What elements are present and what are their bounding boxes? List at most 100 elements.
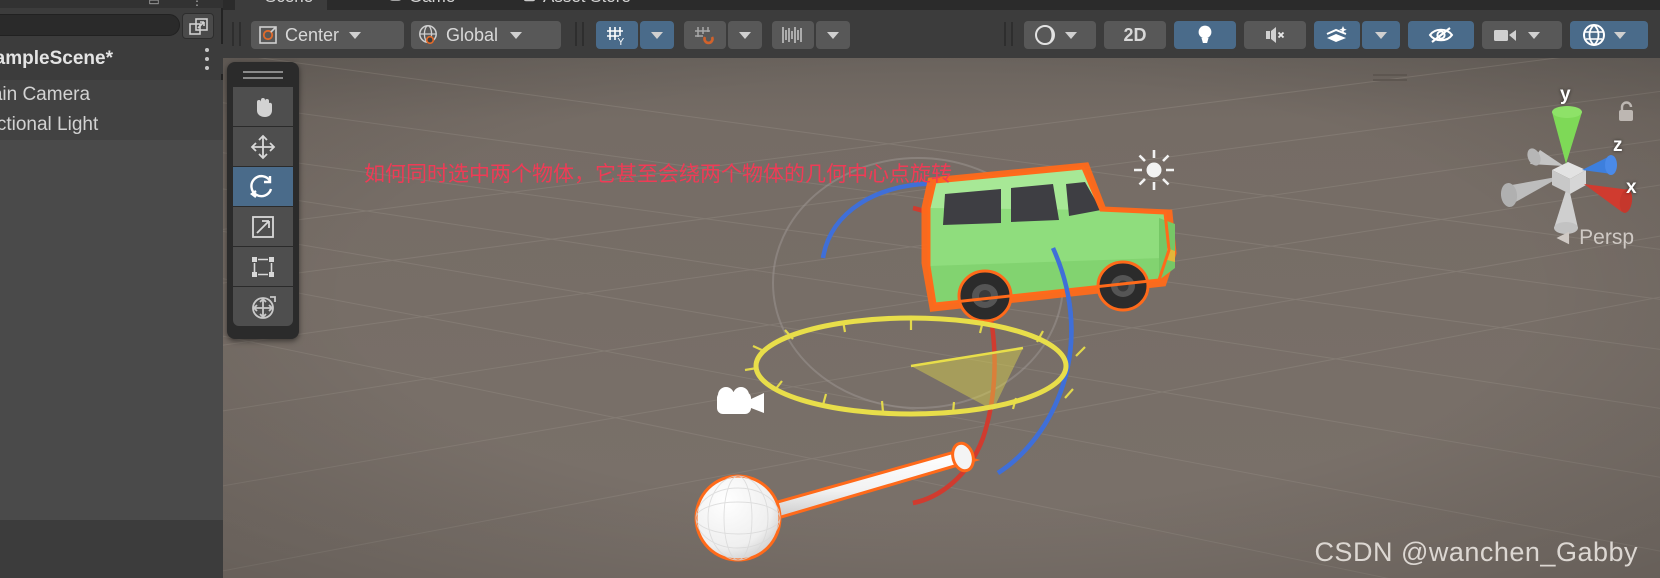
scale-icon	[252, 215, 274, 238]
hierarchy-empty-area[interactable]	[0, 140, 223, 520]
toggle-2d-label: 2D	[1123, 25, 1147, 45]
capsule-end-cap	[951, 441, 975, 473]
pivot-center-icon	[259, 26, 277, 44]
pivot-mode-label: Center	[285, 25, 340, 45]
scene-object-capsule	[694, 441, 981, 562]
grid-visibility-dropdown[interactable]	[640, 21, 674, 49]
rect-transform-icon	[252, 256, 274, 277]
hierarchy-item-main-camera[interactable]: Main Camera	[0, 80, 223, 110]
unity-editor-window: ▭ ⋮ SampleScene* Main Camera Directional…	[0, 0, 1660, 578]
gizmo-axis-y	[1552, 112, 1582, 164]
tab-label: Scene	[265, 0, 313, 6]
chevron-down-icon	[1614, 31, 1626, 39]
scene-objects	[694, 150, 1177, 562]
toolbar-divider	[232, 22, 234, 46]
move-arrows-icon	[250, 134, 276, 159]
lock-open-icon[interactable]	[1616, 100, 1636, 124]
snap-increment-dropdown[interactable]	[816, 21, 850, 49]
car-window-rear	[943, 189, 1001, 225]
chevron-down-icon	[349, 31, 362, 39]
tab-label: Asset Store	[543, 0, 631, 6]
hierarchy-item-directional-light[interactable]: Directional Light	[0, 110, 223, 140]
chevron-down-icon	[739, 31, 751, 39]
transform-icon	[252, 295, 276, 319]
grid-visibility-button[interactable]: Y	[596, 21, 638, 49]
scene-toolbar: Center Global Y 2D	[223, 10, 1660, 58]
toolbar-divider	[1004, 22, 1006, 46]
chevron-down-icon	[1375, 31, 1387, 39]
tab-scene[interactable]: Scene	[235, 0, 328, 10]
scene-icon	[244, 0, 259, 4]
projection-mode-label: Persp	[1579, 226, 1634, 249]
effects-dropdown[interactable]	[1362, 21, 1400, 49]
scene-object-car	[921, 162, 1177, 323]
tool-transform[interactable]	[233, 287, 293, 326]
tab-label: Game	[409, 0, 455, 6]
handle-space-button[interactable]: Global	[411, 21, 561, 49]
eye-slash-icon	[1428, 27, 1454, 43]
tool-scale[interactable]	[233, 207, 293, 246]
tab-asset-store[interactable]: Asset Store	[513, 0, 645, 10]
snap-ruler-icon	[782, 27, 802, 43]
scene-audio-button[interactable]	[1244, 21, 1306, 49]
svg-text:Y: Y	[618, 37, 625, 47]
gizmo-axis-label-y[interactable]: y	[1560, 84, 1571, 106]
hidden-objects-button[interactable]	[1408, 21, 1474, 49]
gizmo-axis-label-x[interactable]: x	[1626, 177, 1637, 199]
globe-icon	[419, 25, 437, 45]
camera-gizmo-icon	[717, 387, 764, 414]
watermark: CSDN @wanchen_Gabby	[1314, 537, 1638, 567]
hierarchy-panel: ▭ ⋮ SampleScene* Main Camera Directional…	[0, 0, 223, 578]
rotate-icon	[250, 174, 273, 198]
grid-snap-button[interactable]	[684, 21, 726, 49]
toggle-2d-button[interactable]: 2D	[1104, 21, 1166, 49]
hierarchy-tab-icons: ▭ ⋮	[148, 0, 217, 8]
tool-rotate[interactable]	[233, 167, 293, 206]
car-window-mid	[1011, 184, 1059, 222]
hierarchy-item-label: Directional Light	[0, 114, 99, 135]
tool-palette-drag-handle[interactable]	[243, 71, 283, 80]
grip-line	[243, 77, 283, 79]
scene-tab-strip: Scene Game Asset Store	[223, 0, 1660, 10]
chevron-down-icon	[827, 31, 839, 39]
hierarchy-scene-row[interactable]: SampleScene*	[0, 44, 223, 74]
hierarchy-scene-name: SampleScene*	[0, 48, 113, 69]
projection-mode-button[interactable]: ◄ Persp	[1552, 226, 1634, 250]
scene-lighting-button[interactable]	[1174, 21, 1236, 49]
grid-snap-dropdown[interactable]	[728, 21, 762, 49]
scene-annotation-text: 如何同时选中两个物体，它甚至会绕两个物体的几何中心点旋转	[364, 162, 952, 186]
audio-mute-icon	[1266, 27, 1285, 43]
tool-palette	[227, 62, 299, 339]
gizmos-button[interactable]	[1570, 21, 1648, 49]
grid-y-icon: Y	[607, 27, 625, 47]
hierarchy-tab-strip: ▭ ⋮	[0, 0, 223, 8]
kebab-dot	[205, 66, 209, 70]
tool-move[interactable]	[233, 127, 293, 166]
pivot-mode-button[interactable]: Center	[251, 21, 404, 49]
chevron-down-icon	[1528, 31, 1540, 39]
toolbar-divider	[239, 22, 241, 46]
hierarchy-search-input[interactable]	[0, 14, 180, 36]
hierarchy-expand-button[interactable]	[182, 13, 214, 39]
gizmo-axis-label-z[interactable]: z	[1613, 135, 1623, 157]
effects-button[interactable]	[1314, 21, 1360, 49]
snap-increment-button[interactable]	[772, 21, 814, 49]
scene-viewport[interactable]: 如何同时选中两个物体，它甚至会绕两个物体的几何中心点旋转 y z x ◄ Per…	[223, 58, 1660, 578]
scene-camera-button[interactable]	[1482, 21, 1562, 49]
rotate-gizmo-y-axis-active	[744, 315, 1086, 417]
hierarchy-scene-menu-button[interactable]	[205, 48, 209, 70]
expand-icon	[189, 18, 208, 35]
toolbar-divider	[582, 22, 584, 46]
tool-rect-transform[interactable]	[233, 247, 293, 286]
tool-hand[interactable]	[233, 87, 293, 126]
toolbar-divider	[1011, 22, 1013, 46]
projection-arrow-icon: ◄	[1552, 226, 1574, 249]
game-icon	[390, 0, 401, 1]
asset-store-icon	[524, 0, 535, 2]
draw-mode-button[interactable]	[1024, 21, 1096, 49]
sun-gizmo-icon	[1134, 150, 1174, 190]
tab-game[interactable]: Game	[379, 0, 469, 10]
handle-space-label: Global	[446, 25, 499, 45]
chevron-down-icon	[510, 31, 523, 39]
kebab-dot	[205, 57, 209, 61]
